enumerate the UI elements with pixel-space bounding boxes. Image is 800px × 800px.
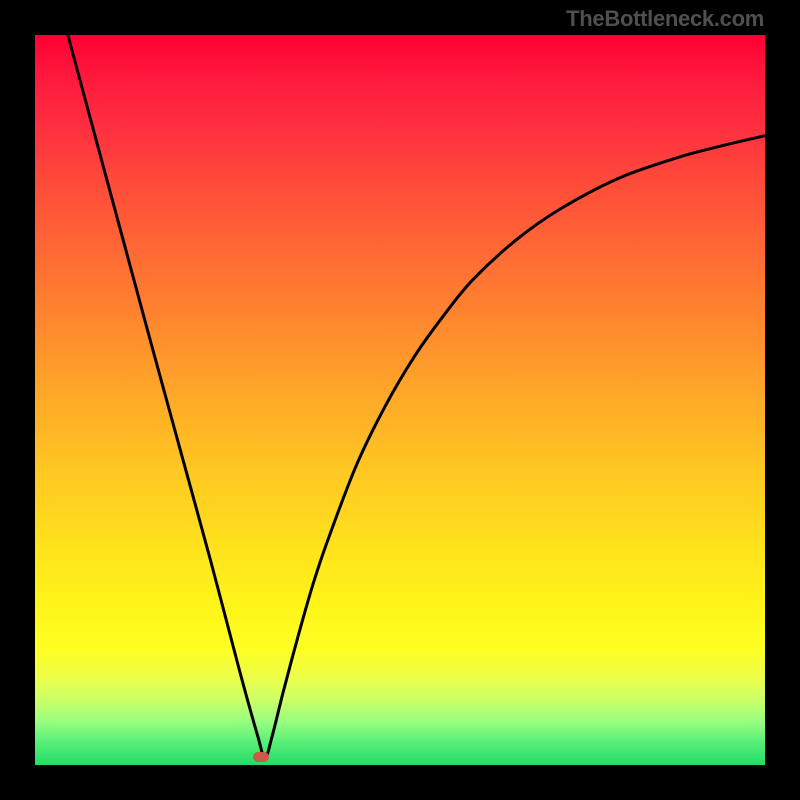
plot-area [35, 35, 765, 765]
bottleneck-curve [35, 35, 765, 765]
chart-frame: TheBottleneck.com [0, 0, 800, 800]
attribution-label: TheBottleneck.com [566, 6, 764, 32]
minimum-marker [253, 752, 269, 762]
